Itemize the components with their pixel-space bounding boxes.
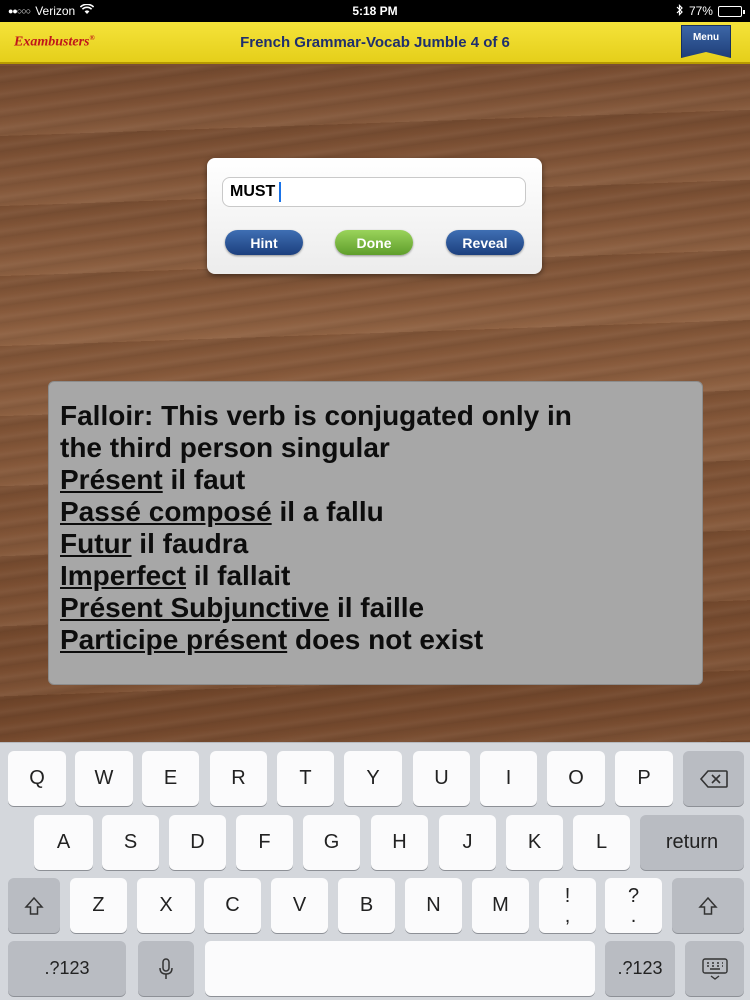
- dictation-key[interactable]: [138, 941, 194, 996]
- clue-line: Falloir: This verb is conjugated only in: [60, 400, 572, 431]
- key-m[interactable]: M: [472, 878, 529, 933]
- key-period: .: [630, 904, 637, 927]
- bluetooth-icon: [676, 3, 684, 19]
- clue-line: the third person singular: [60, 432, 390, 463]
- keyboard: Q W E R T Y U I O P A S D F G H J K L re…: [0, 742, 750, 1000]
- key-p[interactable]: P: [615, 751, 673, 806]
- clue-term: Futur: [60, 528, 132, 559]
- clue-row: Présent Subjunctive il faille: [60, 592, 692, 624]
- carrier-name: Verizon: [35, 4, 76, 18]
- shift-key-left[interactable]: [8, 878, 60, 933]
- clue-row: Passé composé il a fallu: [60, 496, 692, 528]
- done-button[interactable]: Done: [335, 230, 413, 255]
- hide-keyboard-key[interactable]: [685, 941, 744, 996]
- key-i[interactable]: I: [480, 751, 537, 806]
- key-w[interactable]: W: [75, 751, 133, 806]
- page-title: French Grammar-Vocab Jumble 4 of 6: [240, 34, 510, 51]
- key-y[interactable]: Y: [344, 751, 402, 806]
- clue-value: il faut: [162, 464, 246, 495]
- key-f[interactable]: F: [236, 815, 293, 870]
- shift-key-right[interactable]: [672, 878, 744, 933]
- key-x[interactable]: X: [137, 878, 195, 933]
- battery-icon: [717, 5, 745, 17]
- clue-row: Futur il faudra: [60, 528, 692, 560]
- answer-card: Hint Done Reveal: [207, 158, 542, 274]
- wifi-icon: [80, 3, 95, 18]
- backspace-key[interactable]: [683, 751, 744, 806]
- clue-value: il faudra: [131, 528, 249, 559]
- return-key[interactable]: return: [640, 815, 744, 870]
- key-exclamation-comma[interactable]: ! ,: [539, 878, 596, 933]
- text-cursor: [279, 182, 281, 202]
- app-header: Exambusters® French Grammar-Vocab Jumble…: [0, 22, 750, 64]
- clue-value: il fallait: [186, 560, 291, 591]
- key-question-period[interactable]: ? .: [605, 878, 662, 933]
- shift-icon: [698, 896, 718, 915]
- clue-value: il a fallu: [271, 496, 384, 527]
- space-bar[interactable]: [205, 941, 595, 996]
- key-q[interactable]: Q: [8, 751, 66, 806]
- status-bar: ●●○○○ Verizon 5:18 PM 77%: [0, 0, 750, 22]
- status-left: ●●○○○ Verizon: [8, 3, 228, 18]
- key-exclamation: !: [564, 884, 571, 907]
- key-a[interactable]: A: [34, 815, 93, 870]
- key-c[interactable]: C: [204, 878, 261, 933]
- key-z[interactable]: Z: [70, 878, 127, 933]
- key-t[interactable]: T: [277, 751, 334, 806]
- clue-value: does not exist: [287, 624, 484, 655]
- clue-panel: Falloir: This verb is conjugated only in…: [48, 381, 703, 685]
- shift-icon: [24, 896, 44, 915]
- key-d[interactable]: D: [169, 815, 226, 870]
- key-v[interactable]: V: [271, 878, 328, 933]
- backspace-icon: [699, 769, 728, 788]
- key-h[interactable]: H: [371, 815, 428, 870]
- clue-term: Imperfect: [60, 560, 187, 591]
- clue-term: Présent Subjunctive: [60, 592, 330, 623]
- clue-term: Présent: [60, 464, 163, 495]
- key-s[interactable]: S: [102, 815, 159, 870]
- hint-button[interactable]: Hint: [225, 230, 303, 255]
- key-u[interactable]: U: [413, 751, 470, 806]
- battery-percent: 77%: [688, 4, 713, 18]
- key-l[interactable]: L: [573, 815, 630, 870]
- signal-strength-icon: ●●○○○: [8, 6, 31, 16]
- clue-row: Participe présent does not exist: [60, 624, 692, 656]
- key-g[interactable]: G: [303, 815, 360, 870]
- key-comma: ,: [564, 904, 571, 927]
- clue-row: Imperfect il fallait: [60, 560, 692, 592]
- answer-input[interactable]: [222, 177, 526, 207]
- microphone-icon: [159, 957, 173, 979]
- key-b[interactable]: B: [338, 878, 395, 933]
- key-k[interactable]: K: [506, 815, 563, 870]
- keyboard-hide-icon: [701, 957, 728, 980]
- status-right: 77%: [522, 3, 745, 19]
- clue-term: Passé composé: [60, 496, 272, 527]
- key-j[interactable]: J: [439, 815, 496, 870]
- key-question: ?: [627, 884, 640, 907]
- key-n[interactable]: N: [405, 878, 462, 933]
- clue-term: Participe présent: [60, 624, 288, 655]
- numbers-key-left[interactable]: .?123: [8, 941, 126, 996]
- status-time: 5:18 PM: [352, 4, 398, 18]
- clue-value: il faille: [329, 592, 425, 623]
- numbers-key-right[interactable]: .?123: [605, 941, 675, 996]
- key-r[interactable]: R: [210, 751, 267, 806]
- key-o[interactable]: O: [547, 751, 605, 806]
- key-e[interactable]: E: [142, 751, 199, 806]
- clue-row: Présent il faut: [60, 464, 692, 496]
- reveal-button[interactable]: Reveal: [446, 230, 524, 255]
- menu-button[interactable]: Menu: [681, 25, 731, 58]
